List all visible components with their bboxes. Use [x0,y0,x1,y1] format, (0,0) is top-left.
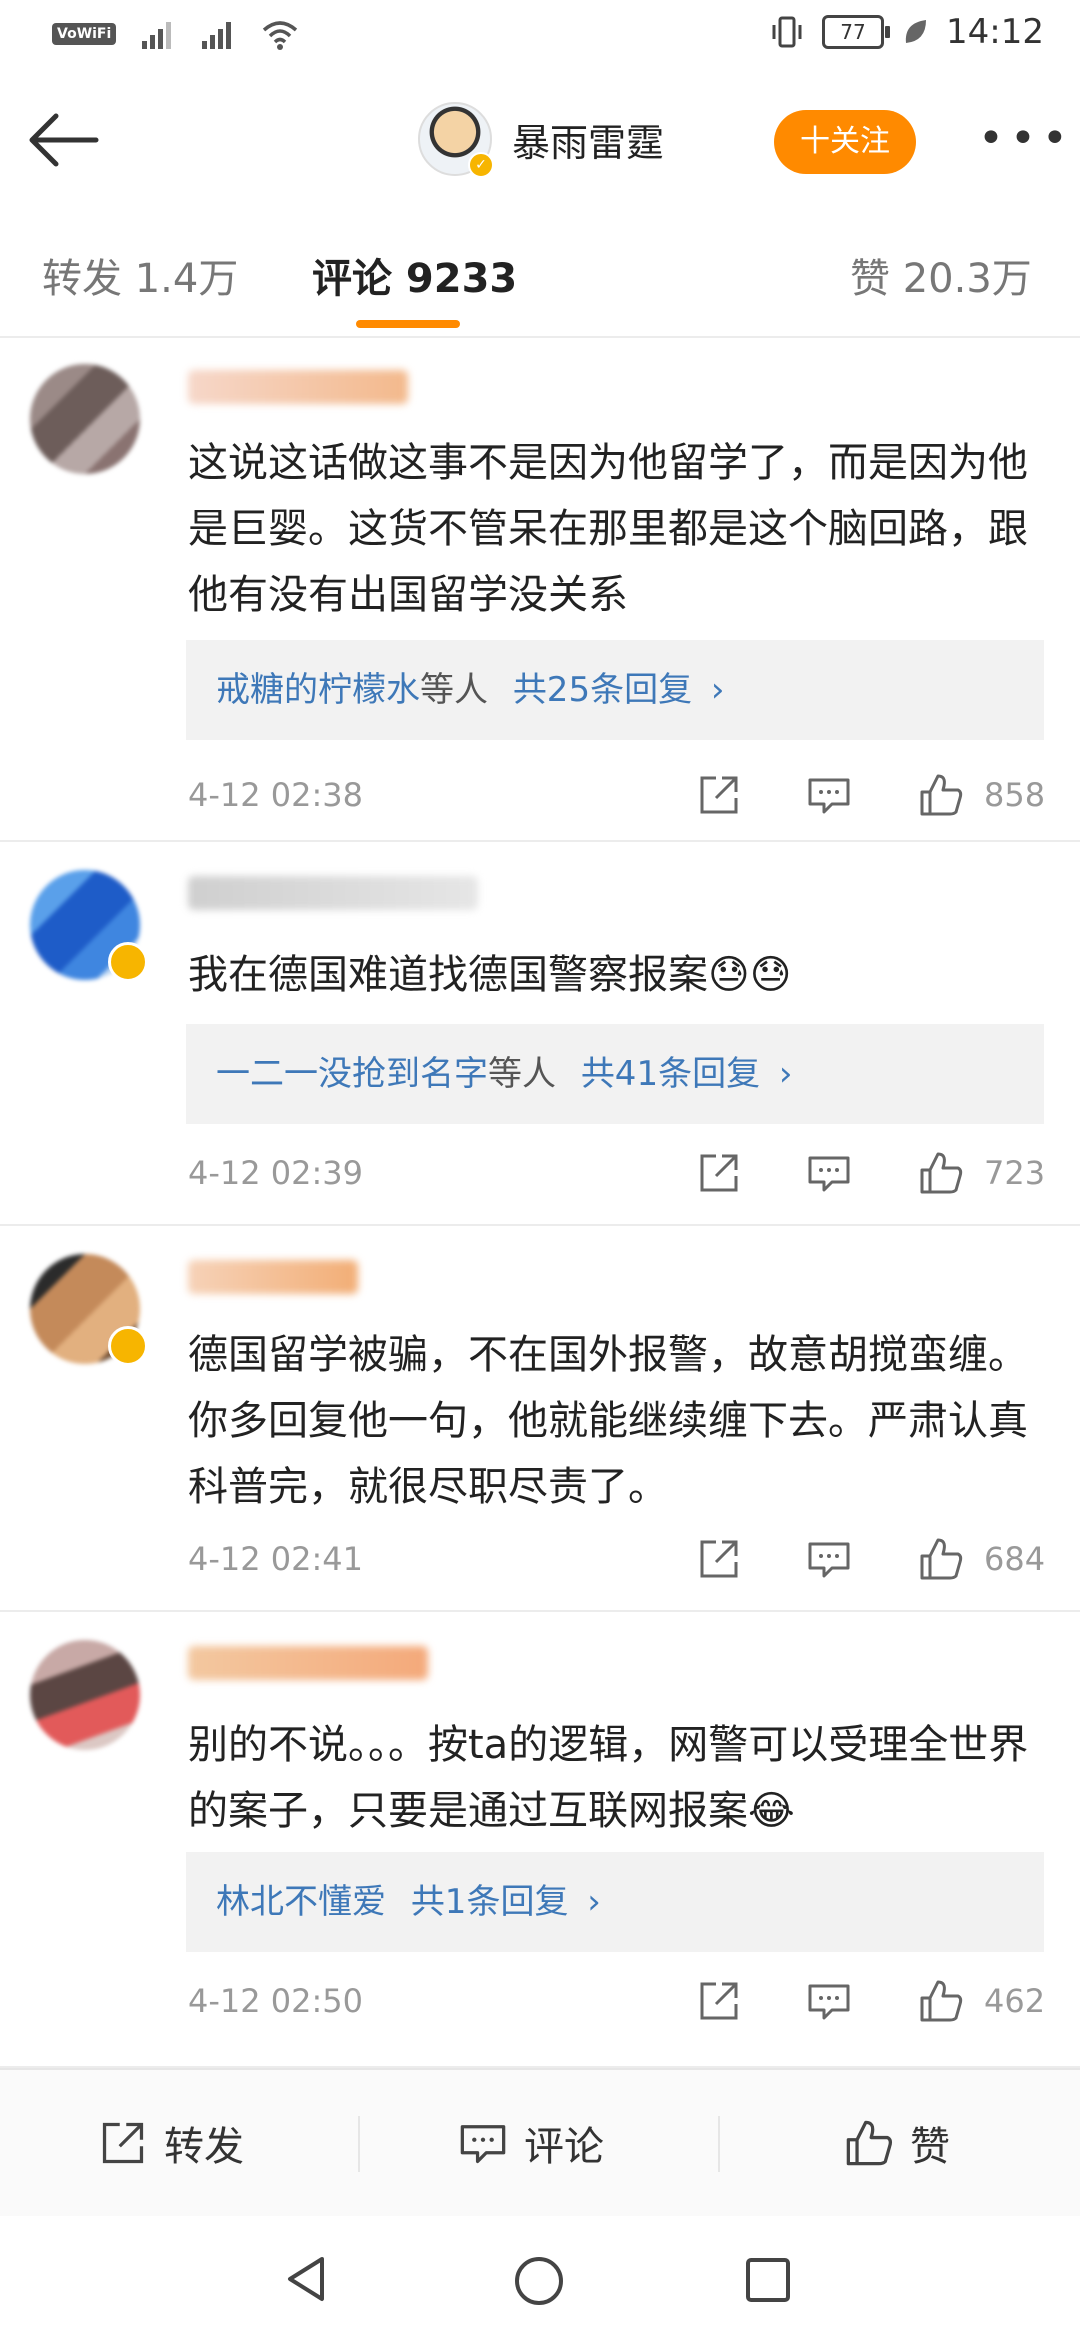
comment-icon [460,2125,506,2164]
comment-item: 别的不说。。。按ta的逻辑，网警可以受理全世界的案子，只要是通过互联网报案😂 林… [0,1612,1080,2068]
active-tab-indicator [356,320,460,328]
leaf-icon [905,20,927,43]
like-count: 858 [984,776,1046,814]
like-icon[interactable] [918,1978,964,2024]
commenter-avatar[interactable] [30,1640,140,1750]
like-label: 赞 [910,2124,950,2170]
nav-recent-icon[interactable] [744,2256,792,2304]
nav-home-icon[interactable] [512,2254,566,2308]
commenter-name-blurred[interactable] [188,370,408,404]
like-button[interactable]: 赞 [844,2114,950,2172]
comment-footer: 4-12 02:38 858 [188,770,1048,820]
comment-text: 德国留学被骗，不在国外报警，故意胡搅蛮缠。你多回复他一句，他就能继续缠下去。严肃… [188,1332,1028,1510]
reply-user-link[interactable]: 一二一没抢到名字 [216,1054,488,1094]
reply-suffix: 等人 [488,1054,556,1094]
reply-summary[interactable]: 戒糖的柠檬水等人 共25条回复 › [186,640,1044,740]
reply-suffix: 等人 [420,670,488,710]
tab-likes[interactable]: 赞 20.3万 [850,246,1032,304]
clock-time: 14:12 [946,12,1044,52]
comment-text: 我在德国难道找德国警察报案😓😓 [188,952,792,998]
comment-button[interactable]: 评论 [458,2114,604,2172]
comment-time: 4-12 02:50 [188,1982,364,2020]
post-author[interactable]: ✓ 暴雨雷霆 [418,102,664,178]
share-icon[interactable] [696,772,742,818]
like-icon[interactable] [918,1150,964,1196]
comment-icon[interactable] [806,1150,852,1196]
like-icon [846,2120,892,2166]
chevron-right-icon: › [778,1054,793,1094]
comment-icon[interactable] [806,1536,852,1582]
author-avatar[interactable]: ✓ [418,102,494,178]
reply-count-link[interactable]: 共41条回复 [581,1054,760,1094]
chevron-right-icon: › [587,1882,601,1922]
post-tabs: 转发 1.4万 评论 9233 赞 20.3万 [0,206,1080,338]
commenter-avatar[interactable] [30,364,140,474]
reply-count-link[interactable]: 共1条回复 [411,1882,569,1922]
vowifi-badge: VoWiFi [52,23,117,45]
verified-badge-icon: ✓ [468,152,494,178]
bottom-action-bar: 转发 评论 赞 [0,2068,1080,2218]
divider [358,2116,360,2172]
like-icon[interactable] [918,1536,964,1582]
comment-footer: 4-12 02:41 684 [188,1534,1048,1584]
verified-badge-icon [108,1326,148,1366]
share-icon [102,2122,144,2164]
more-options-icon[interactable]: ••• [978,117,1074,161]
tab-reposts[interactable]: 转发 1.4万 [42,246,238,304]
like-icon[interactable] [918,772,964,818]
comment-text: 这说这话做这事不是因为他留学了，而是因为他是巨婴。这货不管呆在那里都是这个脑回路… [188,440,1028,618]
like-count: 462 [984,1982,1046,2020]
comment-footer: 4-12 02:50 462 [188,1976,1048,2026]
comment-time: 4-12 02:38 [188,776,364,814]
commenter-name-blurred[interactable] [188,1646,428,1680]
commenter-name-blurred[interactable] [188,876,478,910]
commenter-name-blurred[interactable] [188,1260,358,1294]
verified-badge-icon [108,942,148,982]
follow-button[interactable]: 十关注 [774,110,916,174]
share-icon[interactable] [696,1536,742,1582]
divider [718,2116,720,2172]
like-count: 723 [984,1154,1046,1192]
signal-icon [142,22,172,49]
top-nav-bar: ✓ 暴雨雷霆 十关注 ••• [0,72,1080,208]
signal-icon [202,22,232,49]
reply-summary[interactable]: 一二一没抢到名字等人 共41条回复 › [186,1024,1044,1124]
share-icon[interactable] [696,1150,742,1196]
tab-comments[interactable]: 评论 9233 [312,246,517,304]
repost-label: 转发 [164,2124,244,2170]
comment-footer: 4-12 02:39 723 [188,1148,1048,1198]
reply-count-link[interactable]: 共25条回复 [513,670,692,710]
comment-time: 4-12 02:39 [188,1154,364,1192]
reply-user-link[interactable]: 林北不懂爱 [216,1882,386,1922]
comment-icon[interactable] [806,772,852,818]
like-count: 684 [984,1540,1046,1578]
comment-label: 评论 [524,2124,604,2170]
nav-back-icon[interactable] [282,2254,332,2304]
repost-button[interactable]: 转发 [98,2114,244,2172]
comment-icon[interactable] [806,1978,852,2024]
battery-indicator: 77 [822,15,891,49]
status-bar: VoWiFi 77 14:12 [0,0,1080,72]
back-arrow-icon[interactable] [26,100,106,180]
vibrate-icon [772,16,802,48]
reply-user-link[interactable]: 戒糖的柠檬水 [216,670,420,710]
system-nav-bar [0,2216,1080,2340]
comment-item: 德国留学被骗，不在国外报警，故意胡搅蛮缠。你多回复他一句，他就能继续缠下去。严肃… [0,1226,1080,1612]
comment-text: 别的不说。。。按ta的逻辑，网警可以受理全世界的案子，只要是通过互联网报案😂 [188,1722,1029,1834]
wifi-icon [263,21,298,50]
reply-summary[interactable]: 林北不懂爱 共1条回复 › [186,1852,1044,1952]
author-name[interactable]: 暴雨雷霆 [512,112,664,167]
comment-item: 我在德国难道找德国警察报案😓😓 一二一没抢到名字等人 共41条回复 › 4-12… [0,842,1080,1226]
share-icon[interactable] [696,1978,742,2024]
chevron-right-icon: › [710,670,725,710]
comment-time: 4-12 02:41 [188,1540,364,1578]
comment-item: 这说这话做这事不是因为他留学了，而是因为他是巨婴。这货不管呆在那里都是这个脑回路… [0,336,1080,842]
